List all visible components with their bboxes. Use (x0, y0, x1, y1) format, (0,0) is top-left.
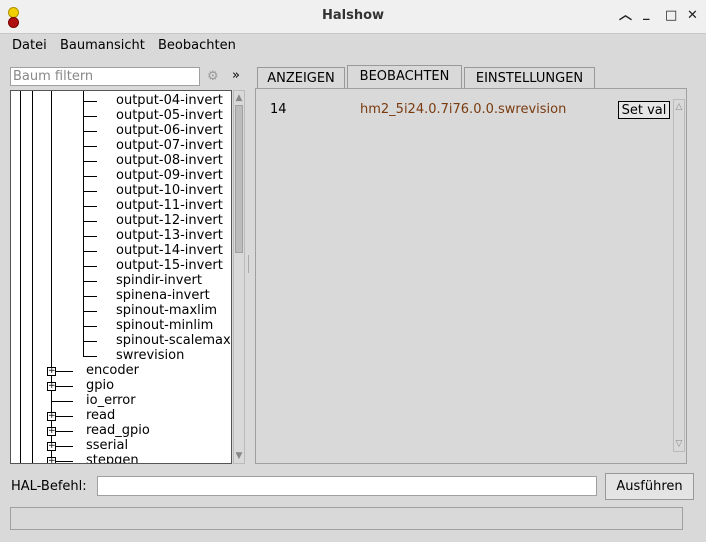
tree-branch-line (83, 206, 97, 207)
tree-branch-line (83, 116, 97, 117)
expand-plus-icon[interactable]: + (47, 457, 56, 463)
tree-item[interactable]: output-04-invert (116, 93, 223, 108)
tree-branch-line (83, 251, 97, 252)
tree-branch-line (83, 131, 97, 132)
tree-group-item[interactable]: stepgen (86, 453, 139, 463)
expand-plus-icon[interactable]: + (47, 382, 56, 391)
tree-branch-line (83, 281, 97, 282)
tree-group-item[interactable]: gpio (86, 378, 114, 393)
tree-item[interactable]: output-15-invert (116, 258, 223, 273)
menu-beobachten[interactable]: Beobachten (158, 38, 236, 53)
close-icon[interactable]: ✕ (687, 8, 698, 24)
tree-branch-line (83, 236, 97, 237)
tree-item[interactable]: spinout-minlim (116, 318, 213, 333)
watch-signal-name[interactable]: hm2_5i24.0.7i76.0.0.swrevision (360, 102, 566, 117)
expand-plus-icon[interactable]: + (47, 442, 56, 451)
tree-item[interactable]: output-05-invert (116, 108, 223, 123)
tree-group-item[interactable]: read (86, 408, 115, 423)
gear-icon[interactable]: ⚙ (207, 69, 219, 84)
scroll-up-icon[interactable]: △ (674, 102, 684, 112)
tree-branch-line (83, 191, 97, 192)
tree-branch-line (83, 341, 97, 342)
tree-item[interactable]: spinena-invert (116, 288, 210, 303)
tree-branch-line (83, 356, 97, 357)
execute-button[interactable]: Ausführen (605, 473, 694, 500)
tree-guide-line (32, 91, 33, 463)
tree-item[interactable]: output-12-invert (116, 213, 223, 228)
expand-plus-icon[interactable]: + (47, 367, 56, 376)
expand-plus-icon[interactable]: + (47, 427, 56, 436)
tree-item[interactable]: output-14-invert (116, 243, 223, 258)
tree-item[interactable]: output-13-invert (116, 228, 223, 243)
tree-branch-line (83, 176, 97, 177)
shade-up-icon[interactable]: ︿ (619, 8, 632, 24)
title-bar: Halshow ︿ _ □ ✕ (0, 0, 706, 34)
set-value-button[interactable]: Set val (618, 101, 670, 119)
scroll-down-icon[interactable]: ▽ (674, 439, 684, 449)
tree-scrollbar[interactable]: ▲ ▼ (233, 90, 245, 464)
tree-group-item[interactable]: sserial (86, 438, 128, 453)
watch-scrollbar[interactable]: △ ▽ (673, 99, 685, 452)
tree-item[interactable]: spinout-maxlim (116, 303, 217, 318)
watch-value: 14 (270, 102, 287, 117)
tree-group-item[interactable]: io_error (86, 393, 136, 408)
expand-panel-button[interactable]: » (232, 68, 240, 83)
menu-datei[interactable]: Datei (12, 38, 47, 53)
expand-plus-icon[interactable]: + (47, 412, 56, 421)
hal-command-input[interactable] (97, 476, 597, 496)
tree-branch-line (83, 161, 97, 162)
hal-tree: output-04-invert output-05-invert output-0… (10, 90, 232, 464)
tree-item[interactable]: swrevision (116, 348, 184, 363)
menu-bar: Datei Baumansicht Beobachten (0, 34, 706, 58)
tree-group-item[interactable]: read_gpio (86, 423, 150, 438)
tab-einstellungen[interactable]: EINSTELLUNGEN (464, 67, 595, 89)
scroll-up-icon[interactable]: ▲ (234, 93, 244, 103)
tree-branch-line (83, 266, 97, 267)
tree-item[interactable]: output-11-invert (116, 198, 223, 213)
tab-anzeigen[interactable]: ANZEIGEN (257, 67, 345, 89)
status-bar (10, 507, 683, 530)
tab-beobachten[interactable]: BEOBACHTEN (347, 65, 462, 90)
minimize-icon[interactable]: _ (643, 6, 650, 22)
tree-guide-line (51, 91, 52, 463)
tree-filter-input[interactable]: Baum filtern (10, 67, 200, 86)
menu-baumansicht[interactable]: Baumansicht (60, 38, 145, 53)
tree-scroll-thumb[interactable] (235, 105, 243, 253)
hal-command-label: HAL-Befehl: (11, 479, 87, 494)
tree-branch-line (83, 101, 97, 102)
tree-item[interactable]: output-08-invert (116, 153, 223, 168)
tree-branch-line (83, 326, 97, 327)
tree-branch-line (83, 311, 97, 312)
maximize-icon[interactable]: □ (665, 8, 677, 24)
pane-divider[interactable] (248, 255, 252, 273)
tree-item[interactable]: output-10-invert (116, 183, 223, 198)
scroll-down-icon[interactable]: ▼ (234, 451, 244, 461)
window-title: Halshow (321, 8, 385, 23)
tree-branch-line (83, 296, 97, 297)
tree-branch-line (83, 146, 97, 147)
tree-group-item[interactable]: encoder (86, 363, 139, 378)
tree-branch-line (83, 221, 97, 222)
tree-guide-line (20, 91, 21, 463)
watch-panel (255, 88, 687, 464)
tree-item[interactable]: output-09-invert (116, 168, 223, 183)
tree-item[interactable]: output-06-invert (116, 123, 223, 138)
tree-item[interactable]: spinout-scalemax (116, 333, 231, 348)
tree-item[interactable]: spindir-invert (116, 273, 202, 288)
tree-item[interactable]: output-07-invert (116, 138, 223, 153)
tree-branch-line (51, 401, 73, 402)
